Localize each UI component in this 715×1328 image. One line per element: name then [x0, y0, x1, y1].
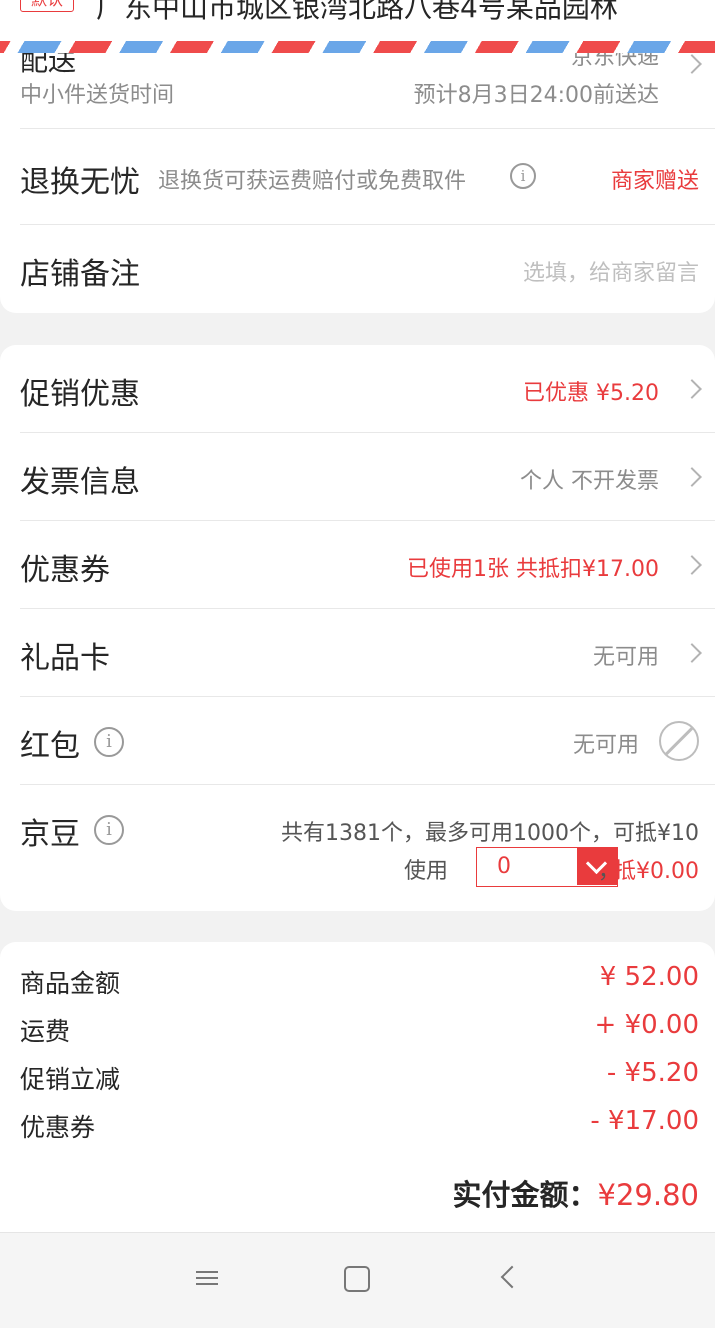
coupon-title: 优惠券: [20, 553, 110, 588]
summary-value: - ¥5.20: [606, 1058, 699, 1088]
system-navigation-bar: [0, 1232, 715, 1328]
invoice-title: 发票信息: [20, 465, 140, 500]
summary-row: 运费 + ¥0.00: [20, 1010, 699, 1050]
airmail-border: [0, 41, 715, 53]
red-packet-row[interactable]: 红包 i 无可用: [20, 697, 715, 785]
delivery-eta: 预计8月3日24:00前送达: [413, 83, 659, 108]
jingdou-quantity-select[interactable]: 0: [476, 847, 618, 887]
summary-label: 运费: [20, 1017, 71, 1046]
jingdou-deduct: 抵¥0.00: [614, 859, 699, 884]
chevron-right-icon: [682, 379, 702, 399]
discount-card: 促销优惠 已优惠 ¥5.20 发票信息 个人 不开发票 优惠券 已使用1张 共抵…: [0, 345, 715, 911]
delivery-subtitle: 中小件送货时间: [20, 83, 175, 108]
summary-label: 促销立减: [20, 1065, 121, 1094]
jingdou-use-label: 使用: [404, 859, 449, 884]
summary-value: + ¥0.00: [594, 1010, 699, 1040]
return-title: 退换无忧: [20, 165, 140, 200]
summary-row: 促销立减 - ¥5.20: [20, 1058, 699, 1098]
info-icon[interactable]: i: [94, 727, 124, 757]
gift-card-title: 礼品卡: [20, 641, 110, 676]
jingdou-desc: 共有1381个，最多可用1000个，可抵¥10: [281, 821, 699, 846]
delivery-card: 配送 京东快递 中小件送货时间 预计8月3日24:00前送达 退换无忧 退换货可…: [0, 53, 715, 313]
summary-value: - ¥17.00: [590, 1106, 699, 1136]
worry-free-return-row[interactable]: 退换无忧 退换货可获运费赔付或免费取件 i 商家赠送: [20, 129, 715, 225]
chevron-right-icon: [682, 54, 702, 74]
chevron-right-icon: [682, 643, 702, 663]
red-packet-title: 红包: [20, 729, 80, 764]
summary-label: 商品金额: [20, 969, 121, 998]
summary-row: 商品金额 ¥ 52.00: [20, 962, 699, 1002]
invoice-value: 个人 不开发票: [520, 469, 659, 494]
gift-card-value: 无可用: [592, 645, 659, 670]
delivery-title: 配送: [20, 53, 77, 77]
shop-note-title: 店铺备注: [20, 257, 140, 292]
home-icon[interactable]: [344, 1266, 370, 1292]
delivery-row[interactable]: 配送 京东快递 中小件送货时间 预计8月3日24:00前送达: [20, 53, 715, 129]
return-desc: 退换货可获运费赔付或免费取件: [158, 169, 467, 194]
unavailable-icon: [659, 721, 699, 761]
promotion-row[interactable]: 促销优惠 已优惠 ¥5.20: [20, 345, 715, 433]
back-icon[interactable]: [500, 1265, 524, 1289]
gift-card-row[interactable]: 礼品卡 无可用: [20, 609, 715, 697]
total-label: 实付金额：: [452, 1178, 598, 1212]
chevron-right-icon: [682, 555, 702, 575]
address-strip[interactable]: 默认 广东中山市城区银湾北路八巷4号某品园林: [0, 0, 715, 44]
red-packet-value: 无可用: [572, 733, 639, 758]
info-icon[interactable]: i: [510, 163, 536, 189]
address-text: 广东中山市城区银湾北路八巷4号某品园林: [96, 0, 618, 24]
shop-note-input[interactable]: 选填，给商家留言: [523, 255, 699, 287]
summary-row: 优惠券 - ¥17.00: [20, 1106, 699, 1146]
menu-icon[interactable]: [196, 1267, 220, 1289]
coupon-value: 已使用1张 共抵扣¥17.00: [407, 557, 659, 582]
delivery-method: 京东快递: [570, 53, 659, 70]
invoice-row[interactable]: 发票信息 个人 不开发票: [20, 433, 715, 521]
promotion-value: 已优惠 ¥5.20: [523, 381, 659, 406]
price-summary-card: 商品金额 ¥ 52.00 运费 + ¥0.00 促销立减 - ¥5.20 优惠券…: [0, 942, 715, 1232]
jingdou-selected-value: 0: [497, 854, 511, 879]
total-value: ¥29.80: [597, 1178, 699, 1212]
return-value: 商家赠送: [610, 169, 699, 194]
summary-value: ¥ 52.00: [599, 962, 699, 992]
jingdou-title: 京豆: [20, 817, 80, 852]
info-icon[interactable]: i: [94, 815, 124, 845]
default-address-tag: 默认: [20, 0, 75, 12]
promotion-title: 促销优惠: [20, 377, 140, 412]
total-amount: 实付金额：¥29.80: [453, 1172, 700, 1214]
shop-note-row[interactable]: 店铺备注 选填，给商家留言: [20, 225, 715, 313]
chevron-right-icon: [682, 467, 702, 487]
summary-label: 优惠券: [20, 1113, 96, 1142]
jingdou-row: 京豆 i 共有1381个，最多可用1000个，可抵¥10 使用 0 ， 抵¥0.…: [20, 785, 715, 911]
coupon-row[interactable]: 优惠券 已使用1张 共抵扣¥17.00: [20, 521, 715, 609]
